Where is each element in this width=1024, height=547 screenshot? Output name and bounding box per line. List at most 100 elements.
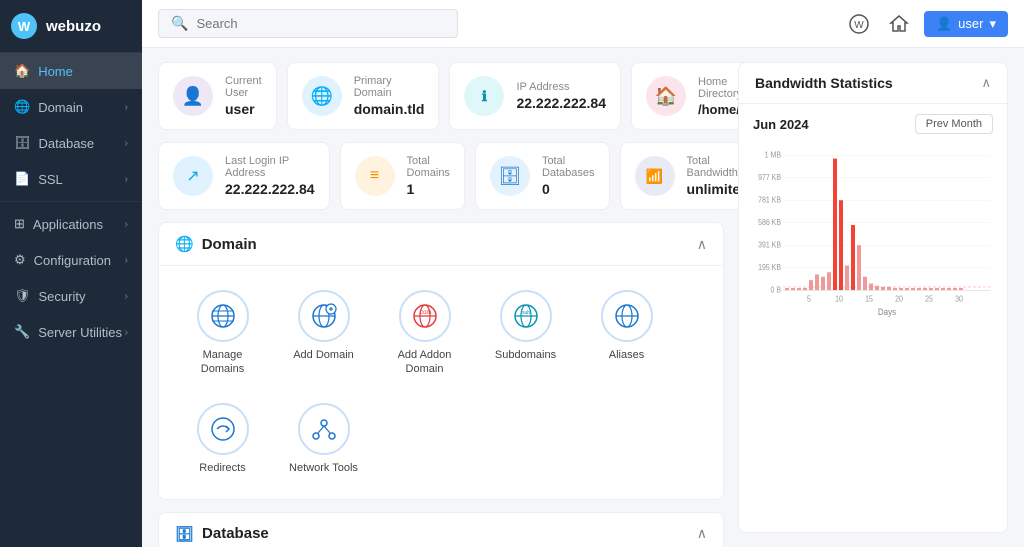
- last-login-icon: ↗: [173, 156, 213, 196]
- sidebar-item-security[interactable]: 🛡 Security ›: [0, 278, 142, 314]
- manage-domains-label: Manage Domains: [181, 348, 264, 377]
- sidebar-label-domain: Domain: [38, 100, 83, 115]
- security-icon: 🛡: [14, 288, 31, 304]
- redirects-item[interactable]: Redirects: [175, 393, 270, 485]
- sidebar-label-configuration: Configuration: [34, 253, 111, 268]
- logo-text: webuzo: [46, 18, 101, 35]
- search-box[interactable]: 🔍: [158, 9, 458, 38]
- bandwidth-month: Jun 2024: [753, 117, 809, 132]
- domain-panel-toggle[interactable]: ∧: [697, 236, 707, 253]
- sidebar-item-server-utilities[interactable]: 🔧 Server Utilities ›: [0, 314, 142, 350]
- subdomains-icon: sub: [500, 290, 552, 342]
- database-panel-header: 🗄 Database ∧: [159, 513, 723, 547]
- prev-month-button[interactable]: Prev Month: [915, 114, 993, 134]
- sidebar: W webuzo 🏠 Home 🌐 Domain › 🗄 Database › …: [0, 0, 142, 547]
- subdomains-item[interactable]: sub Subdomains: [478, 280, 573, 387]
- aliases-icon: [601, 290, 653, 342]
- sidebar-label-database: Database: [39, 136, 95, 151]
- bandwidth-toggle[interactable]: ∧: [981, 75, 991, 91]
- svg-text:10: 10: [835, 294, 843, 304]
- logo-icon: W: [10, 12, 38, 40]
- svg-text:20: 20: [895, 294, 903, 304]
- svg-text:W: W: [18, 19, 31, 34]
- add-domain-item[interactable]: Add Domain: [276, 280, 371, 387]
- domain-section-icon: 🌐: [175, 235, 194, 253]
- last-login-label: Last Login IP Address: [225, 155, 315, 179]
- database-panel-title: 🗄 Database: [175, 525, 269, 543]
- sidebar-item-domain[interactable]: 🌐 Domain ›: [0, 89, 142, 125]
- total-domains-value: 1: [407, 181, 450, 197]
- sidebar-item-database[interactable]: 🗄 Database ›: [0, 125, 142, 161]
- stat-card-primary-domain: 🌐 Primary Domain domain.tld: [287, 62, 440, 130]
- user-dropdown-icon: ▾: [989, 16, 996, 32]
- total-domains-label: Total Domains: [407, 155, 450, 179]
- stat-card-current-user: 👤 Current User user: [158, 62, 277, 130]
- home-directory-icon: 🏠: [646, 76, 686, 116]
- aliases-label: Aliases: [609, 348, 644, 362]
- manage-domains-item[interactable]: Manage Domains: [175, 280, 270, 387]
- stat-card-ip-address: ℹ IP Address 22.222.222.84: [449, 62, 621, 130]
- total-databases-icon: 🗄: [490, 156, 530, 196]
- total-databases-value: 0: [542, 181, 595, 197]
- primary-domain-icon: 🌐: [302, 76, 342, 116]
- manage-domains-icon: [197, 290, 249, 342]
- content-area: 👤 Current User user 🌐 Primary Domain dom…: [142, 48, 1024, 547]
- chevron-right-icon: ›: [125, 102, 128, 113]
- primary-domain-label: Primary Domain: [354, 75, 425, 99]
- redirects-label: Redirects: [199, 461, 245, 475]
- svg-text:0 B: 0 B: [771, 285, 782, 295]
- wordpress-icon[interactable]: W: [844, 9, 874, 39]
- bandwidth-title: Bandwidth Statistics: [755, 75, 893, 91]
- main-area: 🔍 W 👤 user ▾ 👤 Curre: [142, 0, 1024, 547]
- svg-text:391 KB: 391 KB: [758, 240, 781, 250]
- topbar: 🔍 W 👤 user ▾: [142, 0, 1024, 48]
- sidebar-label-security: Security: [39, 289, 86, 304]
- stat-card-total-databases: 🗄 Total Databases 0: [475, 142, 610, 210]
- add-addon-domain-icon: .com: [399, 290, 451, 342]
- domain-icon: 🌐: [14, 99, 30, 115]
- svg-text:Days: Days: [878, 307, 896, 318]
- sidebar-item-configuration[interactable]: ⚙ Configuration ›: [0, 242, 142, 278]
- bandwidth-chart: 1 MB 977 KB 781 KB 586 KB 391 KB 195 KB …: [753, 144, 993, 324]
- chevron-right-icon: ›: [125, 138, 128, 149]
- search-input[interactable]: [196, 16, 445, 31]
- user-label: user: [958, 16, 983, 31]
- ip-address-label: IP Address: [516, 81, 606, 93]
- database-panel-toggle[interactable]: ∧: [697, 525, 707, 542]
- chevron-right-icon: ›: [125, 291, 128, 302]
- content-main: 👤 Current User user 🌐 Primary Domain dom…: [158, 62, 724, 533]
- user-button[interactable]: 👤 user ▾: [924, 11, 1008, 37]
- add-addon-domain-label: Add Addon Domain: [383, 348, 466, 377]
- sidebar-item-ssl[interactable]: 📄 SSL ›: [0, 161, 142, 197]
- domain-icon-grid: Manage Domains Add Domain .com: [175, 280, 707, 485]
- server-utilities-icon: 🔧: [14, 324, 30, 340]
- home-topbar-icon[interactable]: [884, 9, 914, 39]
- sidebar-label-home: Home: [38, 64, 73, 79]
- current-user-label: Current User: [225, 75, 262, 99]
- svg-text:586 KB: 586 KB: [758, 218, 781, 228]
- chevron-right-icon: ›: [125, 219, 128, 230]
- chevron-right-icon: ›: [125, 174, 128, 185]
- home-icon: 🏠: [14, 63, 30, 79]
- applications-icon: ⊞: [14, 216, 25, 232]
- total-domains-icon: ≡: [355, 156, 395, 196]
- add-addon-domain-item[interactable]: .com Add Addon Domain: [377, 280, 472, 387]
- current-user-icon: 👤: [173, 76, 213, 116]
- svg-text:1 MB: 1 MB: [765, 150, 781, 160]
- bandwidth-header: Bandwidth Statistics ∧: [739, 63, 1007, 104]
- bandwidth-month-row: Jun 2024 Prev Month: [753, 114, 993, 134]
- sidebar-item-home[interactable]: 🏠 Home: [0, 53, 142, 89]
- aliases-item[interactable]: Aliases: [579, 280, 674, 387]
- svg-text:195 KB: 195 KB: [758, 263, 781, 273]
- subdomains-label: Subdomains: [495, 348, 556, 362]
- sidebar-label-applications: Applications: [33, 217, 103, 232]
- svg-text:W: W: [854, 20, 864, 31]
- chevron-right-icon: ›: [125, 327, 128, 338]
- add-domain-icon: [298, 290, 350, 342]
- sidebar-item-applications[interactable]: ⊞ Applications ›: [0, 206, 142, 242]
- svg-text:781 KB: 781 KB: [758, 195, 781, 205]
- ip-address-value: 22.222.222.84: [516, 95, 606, 111]
- svg-text:15: 15: [865, 294, 873, 304]
- network-tools-item[interactable]: Network Tools: [276, 393, 371, 485]
- domain-panel-body: Manage Domains Add Domain .com: [159, 266, 723, 499]
